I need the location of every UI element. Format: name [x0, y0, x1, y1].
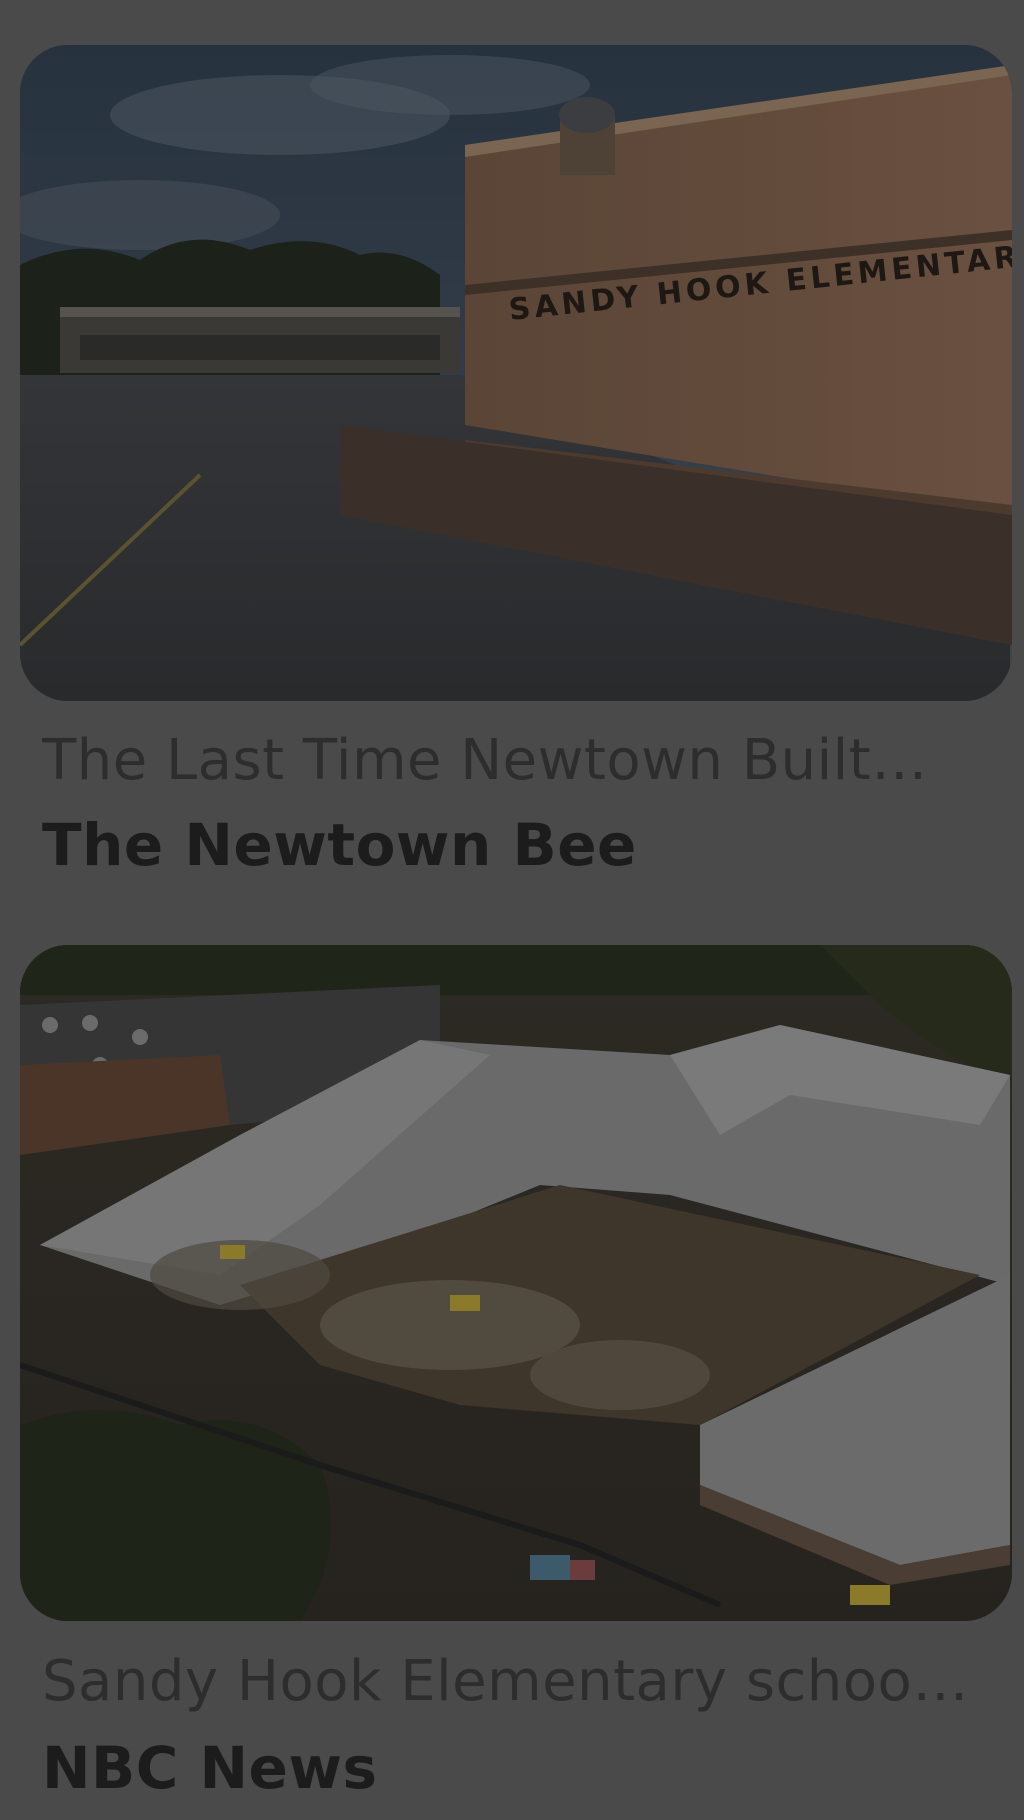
article-source: The Newtown Bee	[42, 811, 637, 879]
article-headline[interactable]: The Last Time Newtown Built…	[42, 727, 1002, 795]
aerial-demolition-image	[20, 945, 1012, 1621]
news-card[interactable]: Sandy Hook Elementary schoo… NBC News	[20, 945, 1012, 1802]
article-source: NBC News	[42, 1734, 378, 1802]
school-building-image: SANDY HOOK ELEMENTARY	[20, 45, 1012, 701]
article-thumbnail[interactable]: SANDY HOOK ELEMENTARY	[20, 45, 1012, 701]
news-feed: SANDY HOOK ELEMENTARY The Last Time Newt…	[0, 0, 1024, 1820]
news-card[interactable]: SANDY HOOK ELEMENTARY The Last Time Newt…	[20, 45, 1012, 879]
article-headline[interactable]: Sandy Hook Elementary schoo…	[42, 1648, 1002, 1716]
article-thumbnail[interactable]	[20, 945, 1012, 1621]
